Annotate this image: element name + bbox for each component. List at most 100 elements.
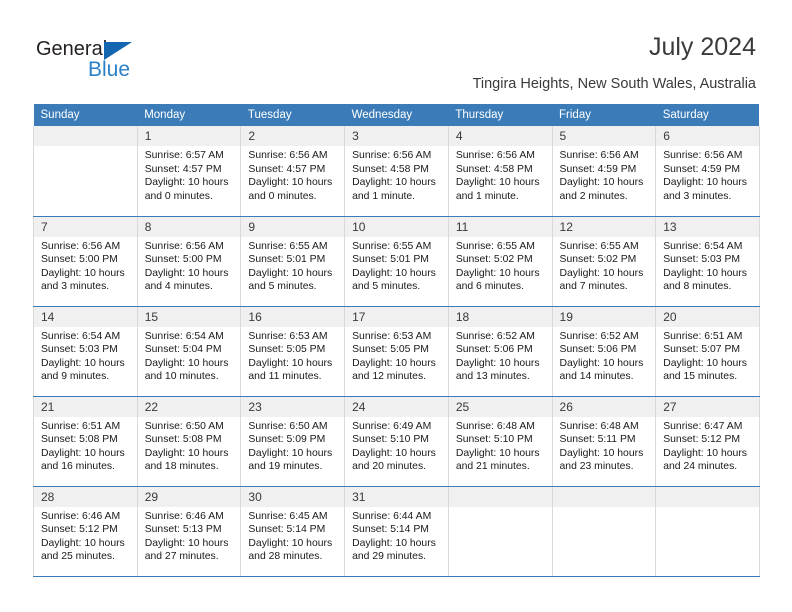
daylight-duration-line2: and 1 minute. (455, 190, 519, 202)
calendar-day-cell[interactable]: 8 Sunrise: 6:56 AM Sunset: 5:00 PM Daylight… (136, 216, 242, 307)
sunrise-time: Sunrise: 6:53 AM (352, 330, 432, 342)
calendar-day-cell[interactable]: 9 Sunrise: 6:55 AM Sunset: 5:01 PM Daylight… (240, 216, 346, 307)
sunset-time: Sunset: 5:10 PM (455, 434, 533, 446)
day-number: 16 (241, 306, 345, 327)
weekday-header-saturday: Saturday (655, 104, 760, 126)
sunrise-time: Sunrise: 6:49 AM (352, 420, 432, 432)
day-details: Sunrise: 6:52 AM Sunset: 5:06 PM Daylight:… (553, 327, 656, 384)
calendar-day-cell[interactable]: 13 Sunrise: 6:54 AM Sunset: 5:03 PM Dayligh… (655, 216, 760, 307)
day-number: 17 (345, 306, 448, 327)
calendar-day-cell[interactable]: 21 Sunrise: 6:51 AM Sunset: 5:08 PM Dayligh… (33, 396, 138, 487)
daylight-duration-line2: and 5 minutes. (352, 281, 421, 293)
daylight-duration-line2: and 27 minutes. (144, 551, 219, 563)
calendar-day-cell[interactable]: 4 Sunrise: 6:56 AM Sunset: 4:58 PM Daylight… (447, 126, 553, 217)
calendar-day-cell[interactable]: 28 Sunrise: 6:46 AM Sunset: 5:12 PM Dayligh… (33, 486, 138, 577)
day-details: Sunrise: 6:50 AM Sunset: 5:09 PM Daylight:… (241, 417, 344, 474)
day-details: Sunrise: 6:51 AM Sunset: 5:08 PM Daylight:… (34, 417, 137, 474)
daylight-duration-line2: and 4 minutes. (144, 281, 213, 293)
daylight-duration-line1: Daylight: 10 hours (248, 267, 333, 279)
calendar-day-cell[interactable]: 16 Sunrise: 6:53 AM Sunset: 5:05 PM Dayligh… (240, 306, 346, 397)
daylight-duration-line1: Daylight: 10 hours (144, 177, 229, 189)
sunrise-time: Sunrise: 6:55 AM (559, 240, 639, 252)
calendar-day-cell[interactable]: 11 Sunrise: 6:55 AM Sunset: 5:02 PM Dayligh… (447, 216, 553, 307)
calendar-day-cell[interactable]: 5 Sunrise: 6:56 AM Sunset: 4:59 PM Daylight… (551, 126, 657, 217)
page-header: General Blue July 2024 Tingira Heights, … (0, 0, 792, 104)
sunset-time: Sunset: 5:12 PM (663, 434, 741, 446)
sunset-time: Sunset: 4:59 PM (663, 163, 741, 175)
day-details: Sunrise: 6:46 AM Sunset: 5:12 PM Daylight:… (34, 507, 137, 564)
calendar-day-cell[interactable]: 10 Sunrise: 6:55 AM Sunset: 5:01 PM Dayligh… (344, 216, 449, 307)
sunset-time: Sunset: 5:10 PM (352, 434, 429, 446)
calendar-week-row: 28 Sunrise: 6:46 AM Sunset: 5:12 PM Dayligh… (33, 486, 760, 577)
day-number: 18 (448, 306, 552, 327)
sunrise-time: Sunrise: 6:56 AM (248, 150, 328, 161)
calendar-day-cell[interactable]: 31 Sunrise: 6:44 AM Sunset: 5:14 PM Dayligh… (344, 486, 449, 577)
calendar-day-cell[interactable]: 7 Sunrise: 6:56 AM Sunset: 5:00 PM Daylight… (33, 216, 138, 307)
sunrise-time: Sunrise: 6:56 AM (455, 150, 535, 161)
day-number: 6 (656, 126, 759, 146)
calendar-day-cell[interactable]: 3 Sunrise: 6:56 AM Sunset: 4:58 PM Daylight… (344, 126, 449, 217)
day-details: Sunrise: 6:52 AM Sunset: 5:06 PM Daylight:… (449, 327, 552, 384)
day-number: 14 (34, 306, 137, 327)
calendar-body: 1 Sunrise: 6:57 AM Sunset: 4:57 PM Daylight… (33, 126, 760, 577)
sunset-time: Sunset: 4:57 PM (144, 163, 222, 175)
calendar-day-cell[interactable]: 22 Sunrise: 6:50 AM Sunset: 5:08 PM Dayligh… (136, 396, 242, 487)
sunrise-time: Sunrise: 6:56 AM (352, 150, 432, 161)
calendar-day-cell[interactable]: 6 Sunrise: 6:56 AM Sunset: 4:59 PM Daylight… (655, 126, 760, 217)
calendar-day-cell[interactable]: 14 Sunrise: 6:54 AM Sunset: 5:03 PM Dayligh… (33, 306, 138, 397)
daylight-duration-line2: and 3 minutes. (663, 190, 732, 202)
daylight-duration-line2: and 14 minutes. (559, 371, 634, 383)
calendar-day-cell[interactable]: 25 Sunrise: 6:48 AM Sunset: 5:10 PM Dayligh… (447, 396, 553, 487)
day-number: 9 (241, 216, 345, 237)
sunrise-time: Sunrise: 6:50 AM (248, 420, 328, 432)
day-details: Sunrise: 6:56 AM Sunset: 4:58 PM Daylight:… (449, 146, 552, 203)
day-number: 2 (241, 126, 345, 146)
calendar-day-cell[interactable]: 23 Sunrise: 6:50 AM Sunset: 5:09 PM Dayligh… (240, 396, 346, 487)
day-details: Sunrise: 6:53 AM Sunset: 5:05 PM Daylight:… (241, 327, 344, 384)
sunset-time: Sunset: 4:57 PM (248, 163, 326, 175)
calendar-day-cell[interactable]: 24 Sunrise: 6:49 AM Sunset: 5:10 PM Dayligh… (344, 396, 449, 487)
calendar-cell-empty (33, 126, 138, 217)
weekday-header-monday: Monday (137, 104, 241, 126)
day-number: 5 (552, 126, 656, 146)
day-details: Sunrise: 6:56 AM Sunset: 4:59 PM Daylight:… (656, 146, 759, 203)
daylight-duration-line2: and 13 minutes. (455, 371, 530, 383)
calendar-day-cell[interactable]: 2 Sunrise: 6:56 AM Sunset: 4:57 PM Daylight… (240, 126, 346, 217)
calendar-day-cell[interactable]: 20 Sunrise: 6:51 AM Sunset: 5:07 PM Dayligh… (655, 306, 760, 397)
calendar-day-cell[interactable]: 17 Sunrise: 6:53 AM Sunset: 5:05 PM Dayligh… (344, 306, 449, 397)
day-number: 4 (448, 126, 552, 146)
daylight-duration-line2: and 6 minutes. (455, 281, 524, 293)
calendar-week-row: 14 Sunrise: 6:54 AM Sunset: 5:03 PM Dayligh… (33, 306, 760, 397)
calendar-day-cell[interactable]: 19 Sunrise: 6:52 AM Sunset: 5:06 PM Dayligh… (551, 306, 657, 397)
daylight-duration-line1: Daylight: 10 hours (144, 357, 229, 369)
calendar-day-cell[interactable]: 27 Sunrise: 6:47 AM Sunset: 5:12 PM Dayligh… (655, 396, 760, 487)
day-details: Sunrise: 6:54 AM Sunset: 5:04 PM Daylight:… (138, 327, 241, 384)
logo-text-general: General (36, 38, 108, 60)
calendar-day-cell[interactable]: 30 Sunrise: 6:45 AM Sunset: 5:14 PM Dayligh… (240, 486, 346, 577)
sunrise-time: Sunrise: 6:56 AM (559, 150, 639, 161)
calendar-day-cell[interactable]: 1 Sunrise: 6:57 AM Sunset: 4:57 PM Daylight… (136, 126, 242, 217)
calendar-week-row: 7 Sunrise: 6:56 AM Sunset: 5:00 PM Daylight… (33, 216, 760, 307)
calendar-cell-empty (447, 486, 553, 577)
daylight-duration-line1: Daylight: 10 hours (144, 447, 229, 459)
calendar-day-cell[interactable]: 26 Sunrise: 6:48 AM Sunset: 5:11 PM Dayligh… (551, 396, 657, 487)
day-details: Sunrise: 6:54 AM Sunset: 5:03 PM Daylight:… (34, 327, 137, 384)
daylight-duration-line2: and 0 minutes. (248, 190, 317, 202)
daylight-duration-line2: and 5 minutes. (248, 281, 317, 293)
day-number (34, 126, 137, 146)
calendar-day-cell[interactable]: 29 Sunrise: 6:46 AM Sunset: 5:13 PM Dayligh… (136, 486, 242, 577)
general-blue-logo[interactable]: General Blue (36, 38, 236, 86)
calendar-day-cell[interactable]: 18 Sunrise: 6:52 AM Sunset: 5:06 PM Dayligh… (447, 306, 553, 397)
daylight-duration-line2: and 2 minutes. (559, 190, 628, 202)
calendar-day-cell[interactable]: 12 Sunrise: 6:55 AM Sunset: 5:02 PM Dayligh… (551, 216, 657, 307)
calendar-table: Sunday Monday Tuesday Wednesday Thursday… (33, 104, 760, 577)
day-details: Sunrise: 6:47 AM Sunset: 5:12 PM Daylight:… (656, 417, 759, 474)
day-details: Sunrise: 6:56 AM Sunset: 5:00 PM Daylight:… (34, 237, 137, 294)
calendar-day-cell[interactable]: 15 Sunrise: 6:54 AM Sunset: 5:04 PM Dayligh… (136, 306, 242, 397)
sunrise-time: Sunrise: 6:55 AM (352, 240, 432, 252)
day-number: 25 (448, 396, 552, 417)
sunset-time: Sunset: 5:12 PM (41, 524, 118, 536)
sunrise-time: Sunrise: 6:54 AM (41, 330, 121, 342)
sunrise-time: Sunrise: 6:48 AM (559, 420, 639, 432)
sunset-time: Sunset: 5:05 PM (248, 344, 326, 356)
